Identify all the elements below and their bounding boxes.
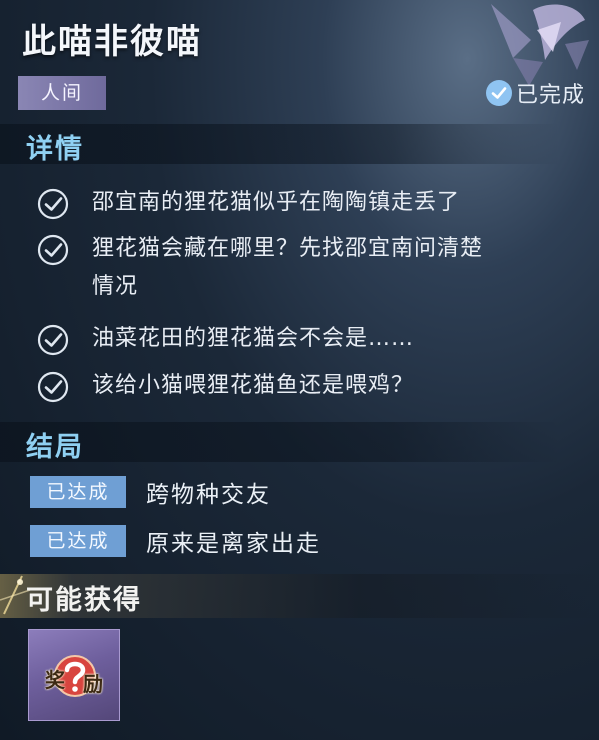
ending-item: 已达成 跨物种交友: [30, 475, 271, 509]
question-mark-icon: [54, 655, 96, 697]
detail-text: 该给小猫喂狸花猫鱼还是喂鸡？: [92, 373, 415, 398]
check-icon: [37, 234, 69, 266]
ending-achieved-badge: 已达成: [30, 525, 126, 557]
endings-heading: 结局: [26, 432, 84, 463]
check-icon: [37, 188, 69, 220]
status-label: 已完成: [515, 83, 585, 108]
rewards-heading: 可能获得: [26, 585, 142, 616]
quest-status: 已完成: [485, 76, 585, 110]
detail-item: 邵宜南的狸花猫似乎在陶陶镇走丢了: [36, 186, 592, 226]
detail-item-continuation: 情况: [92, 270, 599, 310]
details-heading: 详情: [26, 134, 84, 165]
details-header-bar: [0, 124, 560, 164]
reward-char: 励: [83, 672, 103, 696]
detail-text: 邵宜南的狸花猫似乎在陶陶镇走丢了: [92, 190, 461, 215]
detail-text: 油菜花田的狸花猫会不会是……: [92, 326, 415, 351]
quest-category-tag: 人间: [18, 76, 106, 110]
endings-header-bar: [0, 422, 560, 462]
ending-achieved-badge: 已达成: [30, 476, 126, 508]
detail-text: 狸花猫会藏在哪里？先找邵宜南问清楚: [92, 236, 484, 261]
check-circle-icon: [485, 80, 512, 106]
check-icon: [37, 371, 69, 403]
ending-item: 已达成 原来是离家出走: [30, 524, 321, 558]
check-icon: [37, 324, 69, 356]
reward-item[interactable]: 奖 励: [28, 629, 120, 721]
reward-char: 奖: [45, 668, 65, 692]
ending-text: 原来是离家出走: [146, 531, 321, 557]
detail-item: 油菜花田的狸花猫会不会是……: [36, 322, 592, 362]
detail-text: 情况: [92, 274, 139, 299]
quest-title: 此喵非彼喵: [22, 22, 202, 62]
detail-item: 该给小猫喂狸花猫鱼还是喂鸡？: [36, 369, 592, 409]
ending-text: 跨物种交友: [146, 482, 271, 508]
